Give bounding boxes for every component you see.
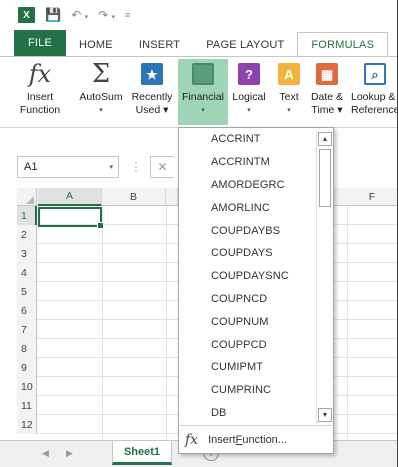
scroll-down-icon[interactable]: ▼ <box>318 408 332 422</box>
fx-icon: fx <box>28 59 52 88</box>
recently-used-label-2: Used ▾ <box>135 104 169 116</box>
lookup-label-1: Lookup & <box>351 91 396 103</box>
menu-item[interactable]: ACCRINTM <box>179 151 315 174</box>
ribbon: fx Insert Function Σ AutoSum ▾ ★ Recentl… <box>0 56 398 128</box>
menu-item[interactable]: AMORLINC <box>179 196 315 219</box>
autosum-button[interactable]: Σ AutoSum ▾ <box>76 59 126 125</box>
lookup-book-icon: ⌕ <box>364 63 386 85</box>
name-box[interactable]: A1 ▾ <box>17 156 119 178</box>
insert-function-label-post: unction... <box>242 433 287 446</box>
row-header[interactable]: 6 <box>17 301 37 320</box>
menu-item[interactable]: ACCRINT <box>179 128 315 151</box>
tab-home[interactable]: HOME <box>66 34 126 56</box>
tab-formulas[interactable]: FORMULAS <box>297 32 389 56</box>
text-arrow: ▾ <box>287 107 291 114</box>
financial-arrow: ▾ <box>201 107 205 114</box>
menu-item[interactable]: COUPDAYSNC <box>179 265 315 288</box>
save-icon[interactable]: 💾 <box>45 7 61 23</box>
ribbon-tabs: FILE HOME INSERT PAGE LAYOUT FORMULAS <box>0 30 398 56</box>
star-book-icon: ★ <box>141 63 163 85</box>
column-header-c[interactable] <box>166 188 178 206</box>
excel-logo-icon: X <box>18 7 35 23</box>
tab-page-layout[interactable]: PAGE LAYOUT <box>193 34 297 56</box>
column-header-a[interactable]: A <box>38 188 102 206</box>
menu-item[interactable]: COUPPCD <box>179 333 315 356</box>
date-time-label-1: Date & <box>310 91 344 103</box>
insert-function-button[interactable]: fx Insert Function <box>18 59 62 125</box>
row-header[interactable]: 4 <box>17 263 37 282</box>
selected-cell-a1[interactable] <box>38 207 104 229</box>
recently-used-label-1: Recently <box>131 91 173 103</box>
logical-button[interactable]: ? Logical ▾ <box>228 59 270 125</box>
insert-function-menu-item[interactable]: fx Insert F unction... <box>179 425 333 453</box>
logical-label: Logical <box>232 91 266 103</box>
date-time-label-2: Time ▾ <box>311 104 343 116</box>
menu-item[interactable]: CUMPRINC <box>179 379 315 402</box>
menu-item[interactable]: COUPDAYBS <box>179 219 315 242</box>
financial-label: Financial <box>181 91 225 103</box>
recently-used-button[interactable]: ★ Recently Used ▾ <box>128 59 176 125</box>
tab-insert[interactable]: INSERT <box>126 34 193 56</box>
financial-button[interactable]: Financial ▾ <box>178 59 228 125</box>
row-header[interactable]: 1 <box>17 206 37 225</box>
quick-access-toolbar: X 💾 ↶ ▾ ↷ ▾ ≡ <box>0 0 398 30</box>
column-header-b[interactable]: B <box>102 188 166 206</box>
row-header[interactable]: 5 <box>17 282 37 301</box>
fx-icon: fx <box>185 431 199 448</box>
calendar-book-icon: ▦ <box>316 63 338 85</box>
logical-arrow: ▾ <box>247 107 251 114</box>
redo-icon[interactable]: ↷ ▾ <box>98 8 115 22</box>
select-all-corner[interactable] <box>17 188 37 206</box>
row-header[interactable]: 10 <box>17 377 37 396</box>
financial-book-icon <box>192 63 214 85</box>
menu-item[interactable]: DB <box>179 402 315 425</box>
text-label: Text <box>279 91 299 103</box>
column-header-f[interactable]: F <box>347 188 398 206</box>
cancel-formula-button[interactable]: ✕ <box>150 156 174 178</box>
insert-function-label-2: Function <box>19 104 61 116</box>
dropdown-scrollbar[interactable]: ▲ ▼ <box>316 130 332 424</box>
name-box-value: A1 <box>24 161 38 173</box>
formula-bar-grip-icon: ⋮ <box>130 160 142 174</box>
row-header[interactable]: 11 <box>17 396 37 415</box>
sheet-tab-sheet1[interactable]: Sheet1 <box>112 441 172 465</box>
scroll-thumb[interactable] <box>319 149 331 207</box>
customize-icon[interactable]: ≡ <box>125 10 130 20</box>
financial-functions-dropdown: ACCRINT ACCRINTM AMORDEGRC AMORLINC COUP… <box>178 127 334 454</box>
tab-file[interactable]: FILE <box>14 30 67 56</box>
sigma-icon: Σ <box>91 58 111 89</box>
row-header[interactable]: 3 <box>17 244 37 263</box>
menu-item[interactable]: COUPNUM <box>179 310 315 333</box>
row-header[interactable]: 9 <box>17 358 37 377</box>
date-time-button[interactable]: ▦ Date & Time ▾ <box>307 59 347 125</box>
scroll-up-icon[interactable]: ▲ <box>318 132 332 146</box>
row-header[interactable]: 8 <box>17 339 37 358</box>
row-header[interactable]: 12 <box>17 415 37 434</box>
prev-sheet-icon[interactable]: ◀ <box>42 448 49 459</box>
lookup-label-2: Reference <box>351 104 398 116</box>
text-book-icon: A <box>278 63 300 85</box>
undo-icon[interactable]: ↶ ▾ <box>71 8 88 22</box>
insert-function-label-pre: Insert <box>208 433 236 446</box>
lookup-reference-button[interactable]: ⌕ Lookup & Reference <box>348 59 398 125</box>
menu-item[interactable]: AMORDEGRC <box>179 174 315 197</box>
autosum-arrow: ▾ <box>99 107 103 114</box>
insert-function-label-accel: F <box>235 433 243 446</box>
name-box-dropdown-icon[interactable]: ▾ <box>109 163 113 171</box>
menu-item[interactable]: COUPNCD <box>179 288 315 311</box>
text-button[interactable]: A Text ▾ <box>272 59 306 125</box>
row-header[interactable]: 7 <box>17 320 37 339</box>
row-header[interactable]: 2 <box>17 225 37 244</box>
insert-function-label-1: Insert <box>26 91 54 103</box>
next-sheet-icon[interactable]: ▶ <box>66 448 73 459</box>
menu-item[interactable]: CUMIPMT <box>179 356 315 379</box>
menu-item[interactable]: COUPDAYS <box>179 242 315 265</box>
function-list: ACCRINT ACCRINTM AMORDEGRC AMORLINC COUP… <box>179 128 315 426</box>
question-book-icon: ? <box>238 63 260 85</box>
autosum-label: AutoSum <box>79 91 123 103</box>
